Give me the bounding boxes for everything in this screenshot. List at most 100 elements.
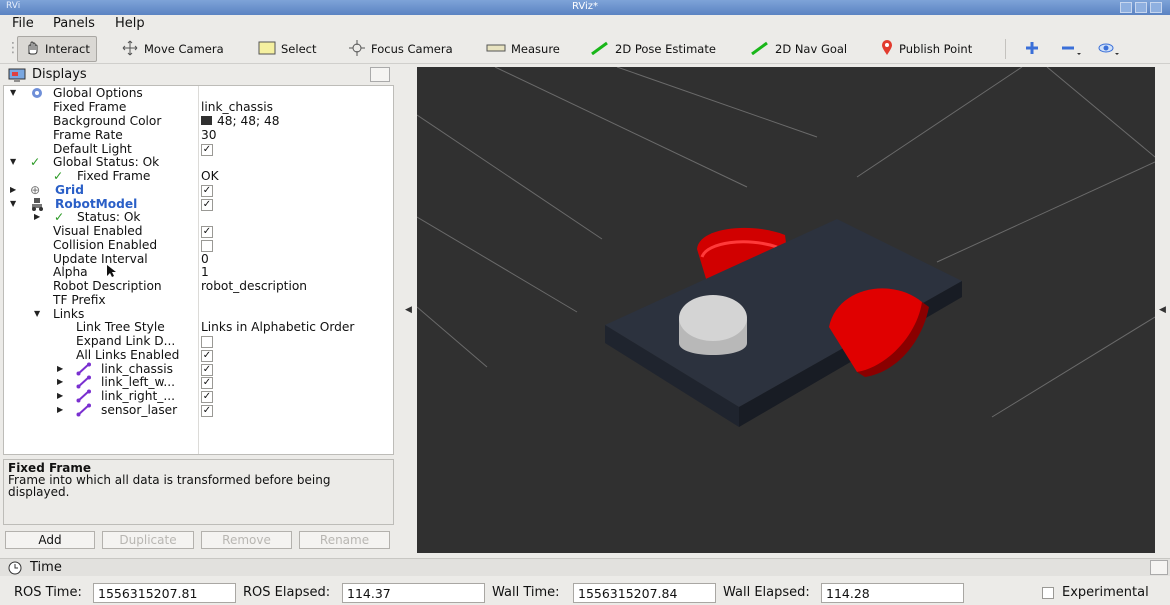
collapse-arrow-icon: ▶ (10, 185, 17, 194)
ros-elapsed-field[interactable] (342, 583, 485, 603)
focus-camera-tool-button[interactable]: Focus Camera (348, 36, 453, 62)
tree-row-link[interactable]: ▶ link_chassis (4, 362, 393, 376)
robot-model-checkbox[interactable] (201, 198, 213, 211)
panel-undock-button[interactable] (370, 67, 390, 82)
tree-row-link[interactable]: ▶ sensor_laser (4, 403, 393, 417)
expand-arrow-icon: ▼ (10, 199, 17, 208)
expand-right-panel-icon[interactable]: ◀ (1159, 305, 1166, 315)
interact-tool-button[interactable]: Interact (17, 36, 97, 62)
link-item-label: link_left_w... (101, 375, 175, 389)
link-icon (76, 403, 92, 420)
visual-enabled-checkbox[interactable] (201, 225, 213, 238)
remove-tool-button[interactable] (1060, 36, 1082, 62)
move-camera-tool-button[interactable]: Move Camera (121, 36, 224, 62)
tree-row-all-links-enabled[interactable]: All Links Enabled (4, 348, 393, 362)
alpha-label: Alpha (53, 265, 88, 279)
alpha-value[interactable]: 1 (201, 265, 209, 279)
experimental-checkbox[interactable] (1042, 587, 1054, 599)
time-panel-header: Time (0, 558, 1170, 576)
grid-checkbox[interactable] (201, 184, 213, 197)
tree-row-grid[interactable]: ▶ ⊕ Grid (4, 183, 393, 197)
global-options-label: Global Options (53, 86, 143, 100)
tree-row-default-light[interactable]: Default Light (4, 142, 393, 156)
minus-icon (1060, 40, 1082, 59)
link-item-label: sensor_laser (101, 403, 178, 417)
tree-row-global-status[interactable]: ▼ ✓ Global Status: Ok (4, 155, 393, 169)
link-item-checkbox[interactable] (201, 376, 213, 389)
publish-point-icon (880, 39, 894, 59)
expand-arrow-icon: ▼ (34, 309, 41, 318)
tree-row-fixed-frame[interactable]: Fixed Frame link_chassis (4, 100, 393, 114)
add-tool-button[interactable] (1024, 36, 1040, 62)
close-button[interactable] (1150, 2, 1162, 13)
robot-model-label: RobotModel (55, 197, 138, 211)
tree-row-links[interactable]: ▼ Links (4, 307, 393, 321)
collision-enabled-checkbox[interactable] (201, 239, 213, 252)
link-tree-style-value[interactable]: Links in Alphabetic Order (201, 320, 354, 334)
robot-description-value[interactable]: robot_description (201, 279, 307, 293)
pose-estimate-tool-button[interactable]: 2D Pose Estimate (590, 36, 716, 62)
rename-button[interactable]: Rename (299, 531, 390, 549)
visual-enabled-label: Visual Enabled (53, 224, 143, 238)
tree-row-link-tree-style[interactable]: Link Tree Style Links in Alphabetic Orde… (4, 320, 393, 334)
ros-time-field[interactable] (93, 583, 236, 603)
tree-row-expand-link[interactable]: Expand Link D... (4, 334, 393, 348)
tree-row-collision-enabled[interactable]: Collision Enabled (4, 238, 393, 252)
link-item-checkbox[interactable] (201, 390, 213, 403)
minimize-button[interactable] (1120, 2, 1132, 13)
publish-point-tool-button[interactable]: Publish Point (880, 36, 972, 62)
tree-row-visual-enabled[interactable]: Visual Enabled (4, 224, 393, 238)
collision-enabled-label: Collision Enabled (53, 238, 158, 252)
experimental-label: Experimental (1062, 585, 1149, 600)
default-light-checkbox[interactable] (201, 143, 213, 156)
laser-sensor-top (679, 295, 747, 341)
status-ok-label: Status: Ok (77, 210, 141, 224)
wall-time-field[interactable] (573, 583, 716, 603)
fixed-frame-value[interactable]: link_chassis (201, 100, 273, 114)
add-button[interactable]: Add (5, 531, 95, 549)
maximize-button[interactable] (1135, 2, 1147, 13)
background-color-value[interactable]: 48; 48; 48 (201, 114, 280, 128)
collapse-left-panel-icon[interactable]: ◀ (405, 305, 412, 315)
tree-row-robot-description[interactable]: Robot Description robot_description (4, 279, 393, 293)
time-panel-undock-button[interactable] (1150, 560, 1168, 575)
tree-row-link[interactable]: ▶ link_right_... (4, 389, 393, 403)
tree-row-global-options[interactable]: ▼ Global Options (4, 86, 393, 100)
menu-help[interactable]: Help (115, 16, 145, 31)
duplicate-button[interactable]: Duplicate (102, 531, 194, 549)
tree-row-fixed-frame-status[interactable]: ✓ Fixed Frame OK (4, 169, 393, 183)
tree-row-frame-rate[interactable]: Frame Rate 30 (4, 128, 393, 142)
render-viewport[interactable] (417, 67, 1155, 553)
select-label: Select (281, 42, 317, 56)
check-icon: ✓ (30, 155, 41, 169)
tree-row-update-interval[interactable]: Update Interval 0 (4, 252, 393, 266)
robot-description-label: Robot Description (53, 279, 162, 293)
menu-panels[interactable]: Panels (53, 16, 95, 31)
wall-time-label: Wall Time: (492, 585, 560, 600)
nav-goal-tool-button[interactable]: 2D Nav Goal (750, 36, 847, 62)
tree-row-robot-model[interactable]: ▼ RobotModel (4, 197, 393, 211)
select-tool-button[interactable]: Select (258, 36, 316, 62)
link-item-checkbox[interactable] (201, 363, 213, 376)
nav-goal-icon (750, 41, 770, 58)
all-links-enabled-checkbox[interactable] (201, 349, 213, 362)
all-links-enabled-label: All Links Enabled (76, 348, 180, 362)
tree-row-alpha[interactable]: Alpha 1 (4, 265, 393, 279)
tree-row-background-color[interactable]: Background Color 48; 48; 48 (4, 114, 393, 128)
tree-row-tf-prefix[interactable]: TF Prefix (4, 293, 393, 307)
menu-file[interactable]: File (12, 16, 34, 31)
expand-link-checkbox[interactable] (201, 335, 213, 348)
update-interval-value[interactable]: 0 (201, 252, 209, 266)
link-item-checkbox[interactable] (201, 404, 213, 417)
tree-row-status-ok[interactable]: ▶ ✓ Status: Ok (4, 210, 393, 224)
view-tool-button[interactable] (1097, 36, 1121, 62)
measure-tool-button[interactable]: Measure (486, 36, 560, 62)
remove-button[interactable]: Remove (201, 531, 292, 549)
title-bar: RVi RViz* (0, 0, 1170, 15)
tree-row-link[interactable]: ▶ link_left_w... (4, 375, 393, 389)
frame-rate-value[interactable]: 30 (201, 128, 217, 142)
wall-elapsed-field[interactable] (821, 583, 964, 603)
frame-rate-label: Frame Rate (53, 128, 123, 142)
check-icon: ✓ (53, 169, 64, 183)
fixed-frame-status-label: Fixed Frame (77, 169, 151, 183)
